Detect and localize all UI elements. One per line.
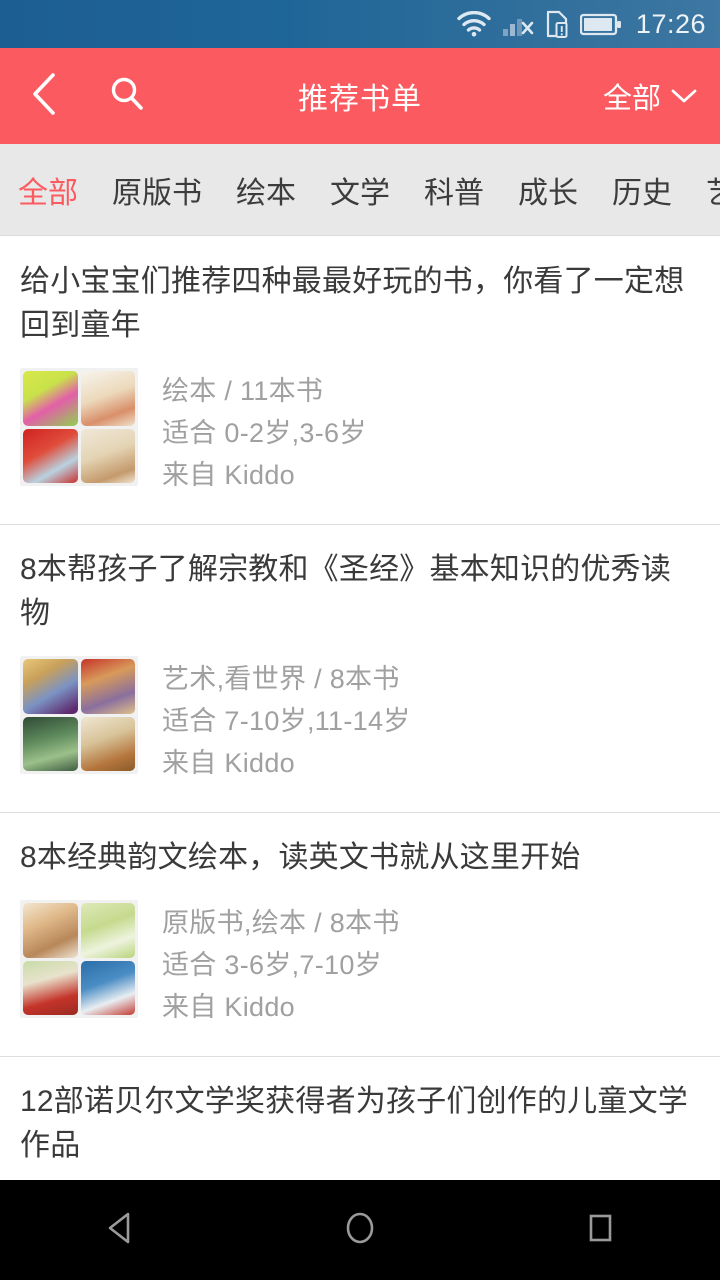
tab-science[interactable]: 科普: [407, 168, 501, 212]
wifi-icon: [457, 11, 491, 37]
book-cover: [80, 659, 135, 714]
book-cover: [80, 960, 135, 1015]
booklist-list: 给小宝宝们推荐四种最最好玩的书，你看了一定想回到童年 绘本 / 11本书 适合 …: [0, 236, 720, 1180]
tab-picture-books[interactable]: 绘本: [219, 168, 313, 212]
booklist-meta: 原版书,绘本 / 8本书 适合 3-6岁,7-10岁 来自 Kiddo: [162, 900, 400, 1028]
booklist-age-range: 适合 0-2岁,3-6岁: [162, 418, 367, 448]
list-item[interactable]: 8本经典韵文绘本，读英文书就从这里开始 原版书,绘本 / 8本书 适合 3-6岁…: [0, 812, 720, 1056]
nav-back-triangle-icon: [103, 1210, 137, 1251]
sim-card-alert-icon: [545, 10, 569, 38]
app-bar: 推荐书单 全部: [0, 48, 720, 144]
tab-art[interactable]: 艺术: [689, 168, 720, 212]
book-cover: [23, 428, 78, 483]
search-button[interactable]: [88, 48, 166, 144]
book-cover: [23, 371, 78, 426]
book-cover: [23, 716, 78, 771]
booklist-source: 来自 Kiddo: [162, 992, 295, 1022]
booklist-category-count: 绘本 / 11本书: [162, 376, 324, 406]
booklist-age-range: 适合 7-10岁,11-14岁: [162, 706, 411, 736]
list-item[interactable]: 给小宝宝们推荐四种最最好玩的书，你看了一定想回到童年 绘本 / 11本书 适合 …: [0, 236, 720, 524]
app-viewport: 17:26 推荐书单 全部 全部 原版书 绘本 文学 科普 成长 历史 给小宝宝…: [0, 0, 720, 1180]
chevron-down-icon: [670, 80, 698, 113]
chevron-left-icon: [27, 70, 61, 123]
book-cover: [23, 960, 78, 1015]
booklist-meta: 艺术,看世界 / 8本书 适合 7-10岁,11-14岁 来自 Kiddo: [162, 656, 411, 784]
booklist-body: 艺术,看世界 / 8本书 适合 7-10岁,11-14岁 来自 Kiddo: [20, 636, 700, 812]
back-button[interactable]: [0, 48, 88, 144]
book-cover-grid: [20, 900, 138, 1018]
tab-literature[interactable]: 文学: [313, 168, 407, 212]
android-navigation-bar: [0, 1180, 720, 1280]
nav-back-button[interactable]: [60, 1180, 180, 1280]
booklist-meta: 绘本 / 11本书 适合 0-2岁,3-6岁 来自 Kiddo: [162, 368, 367, 496]
tab-all[interactable]: 全部: [0, 168, 95, 212]
booklist-body: 原版书,绘本 / 8本书 适合 3-6岁,7-10岁 来自 Kiddo: [20, 880, 700, 1056]
booklist-title: 12部诺贝尔文学奖获得者为孩子们创作的儿童文学作品: [20, 1085, 688, 1162]
nav-recents-square-icon: [583, 1210, 617, 1251]
booklist-body: 文学,成长,小说 / 12本书: [20, 1168, 700, 1180]
booklist-source: 来自 Kiddo: [162, 460, 295, 490]
book-cover: [23, 903, 78, 958]
book-cover: [80, 716, 135, 771]
list-item[interactable]: 8本帮孩子了解宗教和《圣经》基本知识的优秀读物 艺术,看世界 / 8本书 适合 …: [0, 524, 720, 812]
booklist-age-range: 适合 3-6岁,7-10岁: [162, 950, 382, 980]
nav-home-button[interactable]: [300, 1180, 420, 1280]
book-cover-grid: [20, 368, 138, 486]
list-item[interactable]: 12部诺贝尔文学奖获得者为孩子们创作的儿童文学作品: [0, 1056, 720, 1180]
booklist-title: 8本帮孩子了解宗教和《圣经》基本知识的优秀读物: [20, 553, 672, 630]
nav-recents-button[interactable]: [540, 1180, 660, 1280]
tab-growth[interactable]: 成长: [501, 168, 595, 212]
booklist-source: 来自 Kiddo: [162, 748, 295, 778]
booklist-category-count: 原版书,绘本 / 8本书: [162, 908, 400, 938]
nav-home-circle-icon: [342, 1208, 378, 1253]
battery-icon: [579, 13, 622, 36]
filter-dropdown[interactable]: 全部: [603, 75, 698, 117]
booklist-title: 8本经典韵文绘本，读英文书就从这里开始: [20, 841, 581, 874]
book-cover: [80, 903, 135, 958]
signal-no-service-icon: [502, 11, 534, 37]
tab-history[interactable]: 历史: [595, 168, 689, 212]
filter-label: 全部: [602, 83, 661, 115]
booklist-body: 绘本 / 11本书 适合 0-2岁,3-6岁 来自 Kiddo: [20, 348, 700, 524]
tab-original-books[interactable]: 原版书: [95, 168, 219, 212]
book-cover: [80, 428, 135, 483]
booklist-title: 给小宝宝们推荐四种最最好玩的书，你看了一定想回到童年: [20, 265, 685, 342]
category-tab-bar[interactable]: 全部 原版书 绘本 文学 科普 成长 历史 艺术: [0, 144, 720, 236]
status-clock: 17:26: [635, 8, 706, 39]
book-cover: [80, 371, 135, 426]
book-cover-grid: [20, 656, 138, 774]
booklist-category-count: 艺术,看世界 / 8本书: [162, 664, 400, 694]
book-cover: [23, 659, 78, 714]
status-bar: 17:26: [0, 0, 720, 48]
search-icon: [108, 75, 146, 118]
